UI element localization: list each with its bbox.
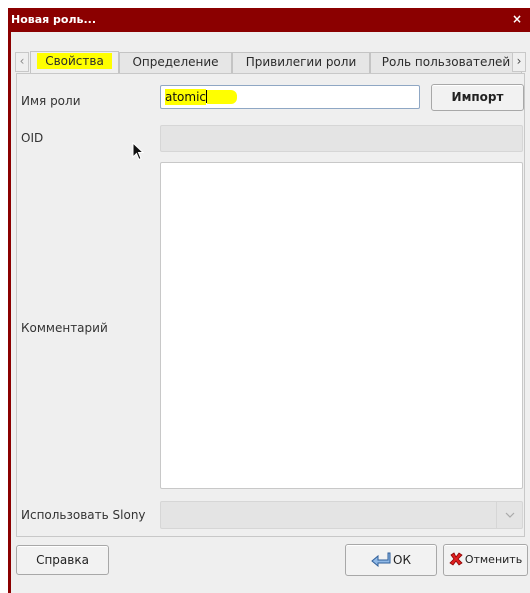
role-name-value: atomic [165, 89, 207, 105]
chevron-down-icon [496, 502, 522, 528]
dialog-client-area: ‹ Свойства Определение Привилегии роли Р… [11, 32, 530, 593]
ok-button[interactable]: ОК [345, 544, 437, 576]
tab-scroll-left-button[interactable]: ‹ [15, 52, 29, 72]
title-bar[interactable]: Новая роль... × [8, 8, 530, 32]
tab-definition[interactable]: Определение [119, 52, 232, 73]
cancel-button[interactable]: Отменить [443, 544, 528, 576]
tab-label: Свойства [37, 53, 112, 69]
help-button[interactable]: Справка [16, 545, 109, 575]
oid-input [160, 125, 523, 152]
tab-role-users[interactable]: Роль пользователей [370, 52, 522, 73]
close-icon[interactable]: × [510, 12, 524, 26]
tab-label: Привилегии роли [245, 55, 357, 69]
import-button[interactable]: Импорт [431, 84, 524, 111]
tab-label: Роль пользователей [381, 55, 511, 69]
new-role-dialog: Новая роль... × ‹ Свойства Определение П… [8, 8, 530, 593]
tab-scroll-right-button[interactable]: › [512, 52, 526, 72]
window-title: Новая роль... [11, 13, 97, 26]
tab-properties[interactable]: Свойства [30, 51, 119, 74]
comment-label: Комментарий [21, 321, 108, 335]
cancel-x-icon [449, 552, 463, 566]
role-name-input[interactable]: atomic [160, 85, 420, 109]
slony-label: Использовать Slony [21, 508, 146, 522]
comment-textarea[interactable] [160, 162, 523, 489]
ok-button-label: ОК [393, 553, 411, 567]
oid-label: OID [21, 131, 44, 145]
mouse-pointer-icon [132, 142, 145, 161]
tab-label: Определение [132, 55, 219, 69]
role-name-label: Имя роли [21, 94, 81, 108]
tab-role-privileges[interactable]: Привилегии роли [232, 52, 370, 73]
slony-select [160, 501, 523, 529]
cancel-button-label: Отменить [464, 553, 523, 566]
ok-arrow-icon [371, 552, 391, 567]
highlight-mark [207, 90, 238, 104]
